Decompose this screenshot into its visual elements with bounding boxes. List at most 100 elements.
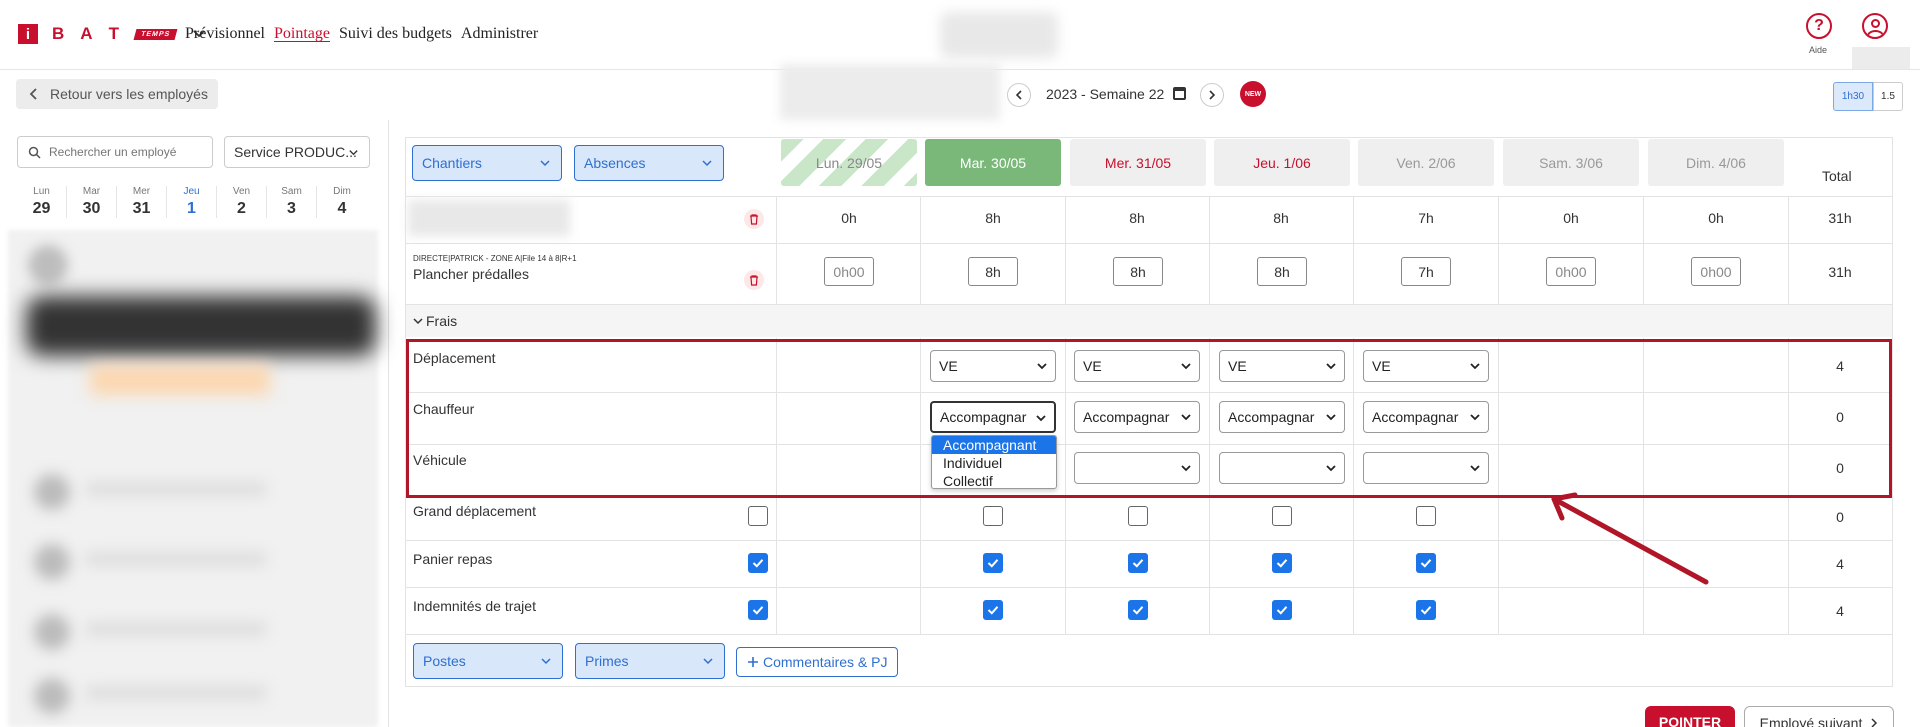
mini-week-calendar: Lun 29 Mar 30 Mer 31 Jeu 1 Ven 2 Sam 3 Dim 4 [17, 186, 369, 218]
logo-badge: TEMPS [133, 28, 178, 40]
next-week-button[interactable] [1200, 83, 1224, 107]
app-logo[interactable]: i B A T TEMPS [18, 24, 206, 44]
service-select[interactable]: Service PRODUC... [224, 136, 370, 168]
mini-day-dim[interactable]: Dim 4 [317, 186, 367, 218]
next-employee-label: Employé suivant [1759, 715, 1863, 727]
summary-cell-mer: 8h [1129, 210, 1145, 226]
panier-repas-checkbox-mer[interactable] [1128, 553, 1148, 573]
panier-repas-checkbox-mar[interactable] [983, 553, 1003, 573]
row-divider [406, 243, 1892, 244]
col-divider [1065, 196, 1066, 304]
panier-repas-checkbox-ven[interactable] [1416, 553, 1436, 573]
primes-dropdown[interactable]: Primes [575, 643, 725, 679]
indemnites-trajet-checkbox-jeu[interactable] [1272, 600, 1292, 620]
indemnites-trajet-checkbox-lun[interactable] [748, 600, 768, 620]
grand-deplacement-checkbox-jeu[interactable] [1272, 506, 1292, 526]
summary-cell-lun: 0h [841, 210, 857, 226]
new-badge[interactable]: NEW [1240, 81, 1266, 107]
grand-deplacement-checkbox-mer[interactable] [1128, 506, 1148, 526]
search-input[interactable] [49, 145, 199, 159]
trash-icon[interactable] [744, 209, 764, 229]
check-icon [1132, 559, 1144, 568]
client-logo-blurred [940, 12, 1058, 58]
mini-day-sam[interactable]: Sam 3 [267, 186, 317, 218]
mini-day-ven[interactable]: Ven 2 [217, 186, 267, 218]
annotation-highlight-box [406, 339, 1892, 498]
panier-repas-checkbox-lun[interactable] [748, 553, 768, 573]
mini-day-mar[interactable]: Mar 30 [67, 186, 117, 218]
next-employee-button[interactable]: Employé suivant [1744, 706, 1894, 727]
comments-attachments-button[interactable]: Commentaires & PJ [736, 647, 898, 677]
chevron-down-icon [541, 658, 551, 665]
indemnites-trajet-checkbox-mer[interactable] [1128, 600, 1148, 620]
back-to-employees-button[interactable]: Retour vers les employés [16, 79, 218, 109]
grand-deplacement-checkbox-ven[interactable] [1416, 506, 1436, 526]
calendar-icon[interactable] [1173, 87, 1186, 100]
prev-week-button[interactable] [1007, 83, 1031, 107]
chantiers-dropdown[interactable]: Chantiers [412, 145, 562, 181]
employee-row-blurred[interactable] [26, 468, 376, 516]
employee-row-blurred[interactable] [26, 672, 376, 720]
employee-row-blurred[interactable] [26, 538, 376, 586]
summary-cell-jeu: 8h [1273, 210, 1289, 226]
pointer-button[interactable]: POINTER [1645, 706, 1735, 727]
logo-letter-a: A [80, 24, 95, 43]
indemnites-trajet-checkbox-mar[interactable] [983, 600, 1003, 620]
mini-day-jeu[interactable]: Jeu 1 [167, 186, 217, 218]
panier-repas-checkbox-jeu[interactable] [1272, 553, 1292, 573]
postes-dropdown[interactable]: Postes [413, 643, 563, 679]
hours-input-lun[interactable]: 0h00 [824, 257, 874, 286]
nav-administrer[interactable]: Administrer [461, 25, 538, 43]
hours-input-mer[interactable]: 8h [1113, 257, 1163, 286]
hours-input-jeu[interactable]: 8h [1257, 257, 1307, 286]
panier-repas-label: Panier repas [413, 551, 493, 567]
hours-input-dim[interactable]: 0h00 [1691, 257, 1741, 286]
task-title: Plancher prédalles [413, 266, 529, 282]
hours-input-mar[interactable]: 8h [968, 257, 1018, 286]
trash-icon[interactable] [744, 270, 764, 290]
summary-cell-sam: 0h [1563, 210, 1579, 226]
grand-deplacement-checkbox-lun[interactable] [748, 506, 768, 526]
day-header-mer[interactable]: Mer. 31/05 [1070, 139, 1206, 186]
plus-icon [748, 657, 758, 667]
frais-label: Frais [426, 313, 458, 329]
panier-repas-total: 4 [1836, 556, 1844, 572]
employee-row-blurred[interactable] [26, 608, 376, 656]
indemnites-trajet-checkbox-ven[interactable] [1416, 600, 1436, 620]
mini-day-mer[interactable]: Mer 31 [117, 186, 167, 218]
nav-suivi-budgets[interactable]: Suivi des budgets [339, 25, 452, 43]
hours-input-sam[interactable]: 0h00 [1546, 257, 1596, 286]
employee-search[interactable] [17, 136, 213, 168]
day-header-dim[interactable]: Dim. 4/06 [1648, 139, 1784, 186]
absences-dropdown[interactable]: Absences [574, 145, 724, 181]
back-button-label: Retour vers les employés [50, 86, 208, 102]
day-header-lun[interactable]: Lun. 29/05 [781, 139, 917, 186]
grand-deplacement-checkbox-mar[interactable] [983, 506, 1003, 526]
comments-label: Commentaires & PJ [763, 654, 888, 670]
col-divider [1209, 196, 1210, 304]
col-divider [920, 196, 921, 304]
col-divider [1643, 196, 1644, 304]
day-header-ven[interactable]: Ven. 2/06 [1358, 139, 1494, 186]
chevron-right-icon [1209, 90, 1216, 100]
left-panel-divider [388, 120, 389, 727]
day-header-sam[interactable]: Sam. 3/06 [1503, 139, 1639, 186]
total-header: Total [1822, 168, 1852, 184]
summary-cell-dim: 0h [1708, 210, 1724, 226]
mini-day-lun[interactable]: Lun 29 [17, 186, 67, 218]
scale-option-decimal[interactable]: 1.5 [1873, 82, 1903, 111]
hours-input-ven[interactable]: 7h [1401, 257, 1451, 286]
nav-pointage[interactable]: Pointage [274, 25, 330, 43]
nav-previsionnel[interactable]: Prévisionnel [185, 25, 265, 43]
day-header-mar[interactable]: Mar. 30/05 [925, 139, 1061, 186]
check-icon [1276, 606, 1288, 615]
summary-cell-ven: 7h [1418, 210, 1434, 226]
frais-section-toggle[interactable]: Frais [406, 305, 1892, 337]
selected-employee-blurred[interactable] [26, 296, 376, 356]
logo-mark: i [18, 24, 38, 44]
user-icon[interactable] [1862, 13, 1888, 39]
help-icon[interactable]: ? [1806, 13, 1832, 39]
chevron-down-icon [703, 658, 713, 665]
day-header-jeu[interactable]: Jeu. 1/06 [1214, 139, 1350, 186]
scale-option-1h30[interactable]: 1h30 [1833, 82, 1873, 111]
